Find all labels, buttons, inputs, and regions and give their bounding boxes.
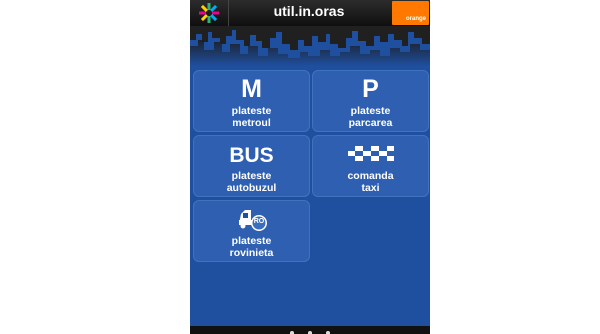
operator-logo: orange xyxy=(392,1,429,25)
bottom-indicators xyxy=(190,326,430,334)
taxi-checker-icon xyxy=(348,146,394,161)
bus-text-icon: BUS xyxy=(229,144,274,167)
tile-rovinieta[interactable]: RO plateste rovinieta xyxy=(193,200,310,262)
tile-rovinieta-label: plateste rovinieta xyxy=(193,235,310,259)
phone-screen: util.in.oras orange M plateste metroul P xyxy=(190,0,430,334)
tile-parking-label: plateste parcarea xyxy=(312,105,429,129)
metro-m-icon: M xyxy=(241,75,262,103)
tile-parking[interactable]: P plateste parcarea xyxy=(312,70,429,132)
operator-logo-text: orange xyxy=(405,16,426,22)
menu-grid: M plateste metroul P plateste parcarea B… xyxy=(190,26,430,326)
tile-bus-label: plateste autobuzul xyxy=(193,170,310,194)
tile-metro[interactable]: M plateste metroul xyxy=(193,70,310,132)
tile-rovinieta-label-line2: rovinieta xyxy=(229,247,274,259)
app-title: util.in.oras xyxy=(273,3,345,19)
star-burst-logo-icon xyxy=(199,3,219,23)
tile-parking-label-line2: parcarea xyxy=(348,117,393,129)
tile-rovinieta-label-line1: plateste xyxy=(231,235,272,247)
bottom-bar xyxy=(190,326,430,334)
tile-taxi-label: comanda taxi xyxy=(312,170,429,194)
top-bar: util.in.oras orange xyxy=(190,0,430,26)
tile-metro-label-line2: metroul xyxy=(232,117,271,129)
tile-metro-label: plateste metroul xyxy=(193,105,310,129)
app-logo[interactable] xyxy=(190,0,229,26)
tile-taxi-label-line2: taxi xyxy=(361,182,380,194)
tile-taxi[interactable]: comanda taxi xyxy=(312,135,429,197)
tile-bus[interactable]: BUS plateste autobuzul xyxy=(193,135,310,197)
parking-p-icon: P xyxy=(362,75,379,103)
rovinieta-ro-badge: RO xyxy=(253,218,265,225)
tile-bus-label-line2: autobuzul xyxy=(226,182,277,194)
tile-parking-label-line1: plateste xyxy=(350,105,391,117)
tile-metro-label-line1: plateste xyxy=(231,105,272,117)
tile-taxi-label-line1: comanda xyxy=(347,170,394,182)
tile-bus-label-line1: plateste xyxy=(231,170,272,182)
